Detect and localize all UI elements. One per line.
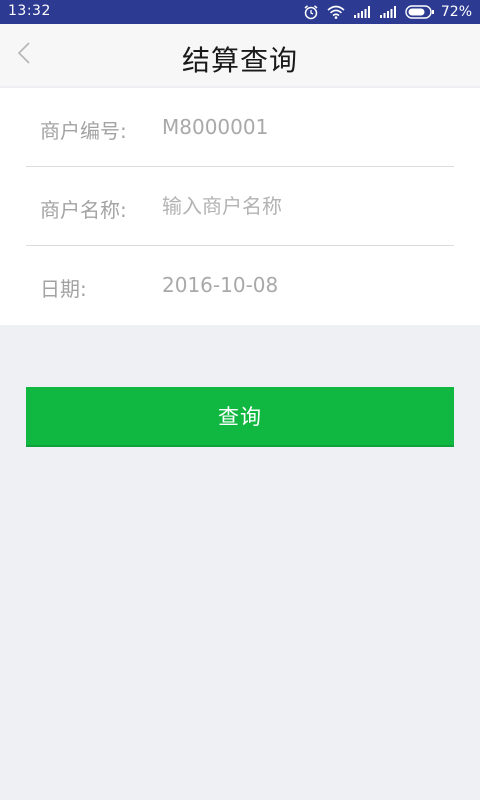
query-form: 商户编号: 商户名称: 日期:: [0, 88, 480, 325]
date-row: 日期:: [0, 246, 480, 324]
page-title: 结算查询: [181, 44, 298, 77]
battery-icon: [405, 5, 435, 19]
query-button[interactable]: 查询: [26, 387, 454, 447]
merchant-name-input[interactable]: [162, 191, 442, 221]
merchant-id-label: 商户编号:: [40, 119, 127, 143]
alarm-icon: [303, 4, 319, 20]
merchant-id-input[interactable]: [162, 112, 442, 142]
status-icons: 72%: [303, 3, 472, 21]
merchant-name-label: 商户名称:: [40, 198, 127, 222]
date-label: 日期:: [40, 277, 87, 301]
merchant-name-row: 商户名称:: [0, 167, 480, 245]
date-input[interactable]: [162, 270, 442, 300]
navigation-bar: 结算查询: [0, 24, 480, 86]
status-time: 13:32: [8, 3, 51, 19]
status-bar: 13:32 72%: [0, 0, 480, 24]
signal-icon: [353, 6, 371, 18]
merchant-id-row: 商户编号:: [0, 88, 480, 166]
wifi-icon: [327, 5, 345, 19]
signal-icon: [379, 6, 397, 18]
battery-percentage: 72%: [440, 4, 472, 20]
